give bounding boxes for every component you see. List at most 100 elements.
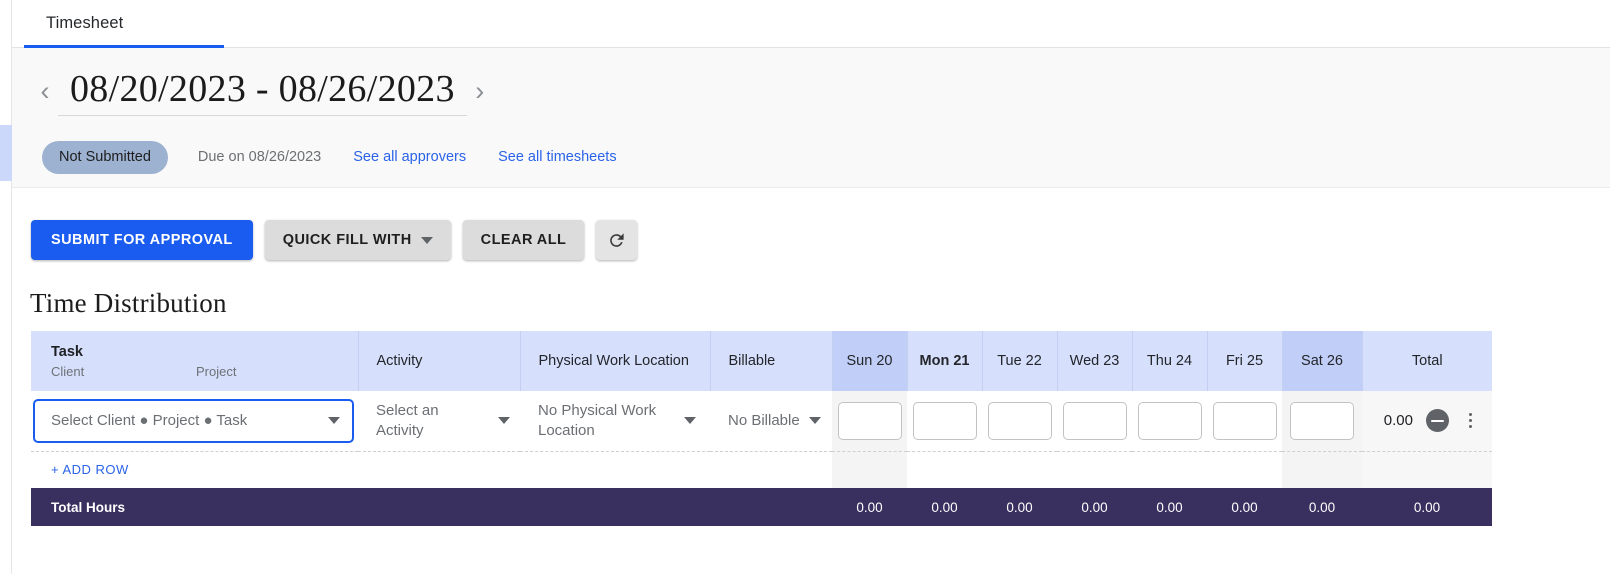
chevron-down-icon [420, 236, 433, 244]
cell-add-row-filler-billable [710, 451, 832, 488]
total-hours-label: Total Hours [31, 488, 358, 526]
total-hours-fri-25: 0.00 [1207, 488, 1282, 526]
cell-add-row-filler-total [1362, 451, 1492, 488]
column-header-day-sat-26[interactable]: Sat 26 [1282, 331, 1363, 391]
cell-hours-tue-22 [982, 391, 1057, 452]
submit-for-approval-button[interactable]: SUBMIT FOR APPROVAL [31, 220, 253, 260]
cell-hours-thu-24 [1132, 391, 1207, 452]
cell-activity: Select an Activity [358, 391, 520, 452]
column-header-day-mon-21[interactable]: Mon 21 [907, 331, 983, 391]
column-header-day-tue-22[interactable]: Tue 22 [982, 331, 1058, 391]
table-footer: Total Hours 0.00 0.00 0.00 0.00 0.00 0.0… [31, 488, 1492, 526]
quick-fill-label: QUICK FILL WITH [282, 232, 412, 248]
hours-input-fri-25[interactable] [1212, 401, 1277, 440]
physical-work-location-value: No Physical Work Location [538, 402, 657, 439]
cell-add-row-filler-sun [832, 451, 907, 488]
cell-task: Select Client ● Project ● Task [31, 391, 358, 452]
cell-add-row-filler-activity [358, 451, 520, 488]
task-select-value: Select Client ● Project ● Task [51, 412, 248, 430]
total-hours-spacer-billable [710, 488, 832, 526]
refresh-button[interactable] [596, 220, 638, 260]
row-total-value: 0.00 [1383, 412, 1413, 430]
column-header-day-sun-20[interactable]: Sun 20 [832, 331, 908, 391]
chevron-down-icon [684, 417, 696, 425]
chevron-right-icon[interactable]: › [467, 72, 493, 112]
action-toolbar: SUBMIT FOR APPROVAL QUICK FILL WITH CLEA… [31, 220, 638, 260]
total-hours-mon-21: 0.00 [907, 488, 982, 526]
clear-all-button[interactable]: CLEAR ALL [462, 220, 585, 260]
column-header-day-thu-24[interactable]: Thu 24 [1132, 331, 1208, 391]
see-all-approvers-link[interactable]: See all approvers [353, 149, 466, 165]
add-row-button[interactable]: + ADD ROW [31, 462, 358, 477]
cell-add-row-filler-tue [982, 451, 1057, 488]
table-body: Select Client ● Project ● Task Select an… [31, 391, 1492, 488]
chevron-left-icon[interactable]: ‹ [32, 72, 58, 112]
chevron-down-icon [808, 417, 821, 425]
total-hours-spacer-location [520, 488, 710, 526]
hours-input-thu-24[interactable] [1137, 401, 1202, 440]
activity-select[interactable]: Select an Activity [358, 401, 520, 440]
date-range-picker[interactable]: 08/20/2023 - 08/26/2023 [58, 67, 467, 116]
cell-hours-sat-26 [1282, 391, 1362, 452]
rail-active-item[interactable] [0, 125, 12, 181]
table-row: Select Client ● Project ● Task Select an… [31, 391, 1492, 452]
task-select[interactable]: Select Client ● Project ● Task [33, 398, 354, 443]
billable-value: No Billable [728, 412, 800, 429]
see-all-timesheets-link[interactable]: See all timesheets [498, 149, 616, 165]
date-navigation: ‹ 08/20/2023 - 08/26/2023 › [32, 67, 493, 116]
status-badge: Not Submitted [42, 140, 168, 174]
cell-add-row-filler-fri [1207, 451, 1282, 488]
status-row: Not Submitted Due on 08/26/2023 See all … [42, 140, 617, 174]
table-header-row: Task Client Project Activity Physical Wo… [31, 331, 1492, 391]
column-header-task[interactable]: Task Client Project [31, 331, 359, 391]
activity-select-value: Select an Activity [376, 402, 439, 439]
chevron-down-icon [498, 417, 510, 425]
column-header-billable[interactable]: Billable [710, 331, 833, 391]
table-head: Task Client Project Activity Physical Wo… [31, 331, 1492, 391]
left-rail [0, 0, 12, 574]
total-hours-tue-22: 0.00 [982, 488, 1057, 526]
total-hours-sun-20: 0.00 [832, 488, 907, 526]
total-hours-row: Total Hours 0.00 0.00 0.00 0.00 0.00 0.0… [31, 488, 1492, 526]
quick-fill-with-button[interactable]: QUICK FILL WITH [264, 220, 451, 260]
total-hours-thu-24: 0.00 [1132, 488, 1207, 526]
refresh-icon [610, 232, 624, 247]
cell-hours-mon-21 [907, 391, 982, 452]
hours-input-tue-22[interactable] [987, 401, 1052, 440]
physical-work-location-select[interactable]: No Physical Work Location [520, 401, 710, 440]
billable-select[interactable]: No Billable [710, 411, 832, 431]
column-header-task-label: Task [51, 343, 83, 360]
cell-physical-work-location: No Physical Work Location [520, 391, 710, 452]
timesheet-header-panel: ‹ 08/20/2023 - 08/26/2023 › Not Submitte… [12, 48, 1610, 188]
column-header-total[interactable]: Total [1362, 331, 1492, 391]
column-header-day-wed-23[interactable]: Wed 23 [1057, 331, 1133, 391]
time-distribution-table: Task Client Project Activity Physical Wo… [31, 331, 1492, 526]
tab-strip: Timesheet [12, 0, 1610, 48]
cell-hours-sun-20 [832, 391, 907, 452]
cell-add-row-filler-location [520, 451, 710, 488]
hours-input-mon-21[interactable] [912, 401, 977, 440]
hours-input-wed-23[interactable] [1062, 401, 1127, 440]
cell-billable: No Billable [710, 391, 832, 452]
column-header-day-fri-25[interactable]: Fri 25 [1207, 331, 1283, 391]
cell-hours-wed-23 [1057, 391, 1132, 452]
column-header-physical-work-location[interactable]: Physical Work Location [520, 331, 711, 391]
total-hours-grand-total: 0.00 [1362, 488, 1492, 526]
kebab-menu-icon[interactable] [1462, 413, 1478, 429]
timesheet-app: Timesheet ‹ 08/20/2023 - 08/26/2023 › No… [0, 0, 1610, 574]
cell-row-total: 0.00 [1362, 391, 1492, 452]
cell-add-row-filler-thu [1132, 451, 1207, 488]
hours-input-sat-26[interactable] [1290, 401, 1354, 440]
tab-timesheet[interactable]: Timesheet [12, 0, 157, 47]
remove-circle-icon[interactable] [1426, 409, 1449, 433]
hours-input-sun-20[interactable] [837, 401, 902, 440]
time-distribution-table-wrapper: Task Client Project Activity Physical Wo… [31, 331, 1492, 526]
cell-add-row-filler-wed [1057, 451, 1132, 488]
due-date-text: Due on 08/26/2023 [197, 149, 322, 165]
column-header-activity[interactable]: Activity [358, 331, 521, 391]
section-title: Time Distribution [30, 288, 227, 318]
add-row-row: + ADD ROW [31, 451, 1492, 488]
total-hours-spacer-activity [358, 488, 520, 526]
column-header-client: Client [51, 364, 85, 380]
cell-hours-fri-25 [1207, 391, 1282, 452]
